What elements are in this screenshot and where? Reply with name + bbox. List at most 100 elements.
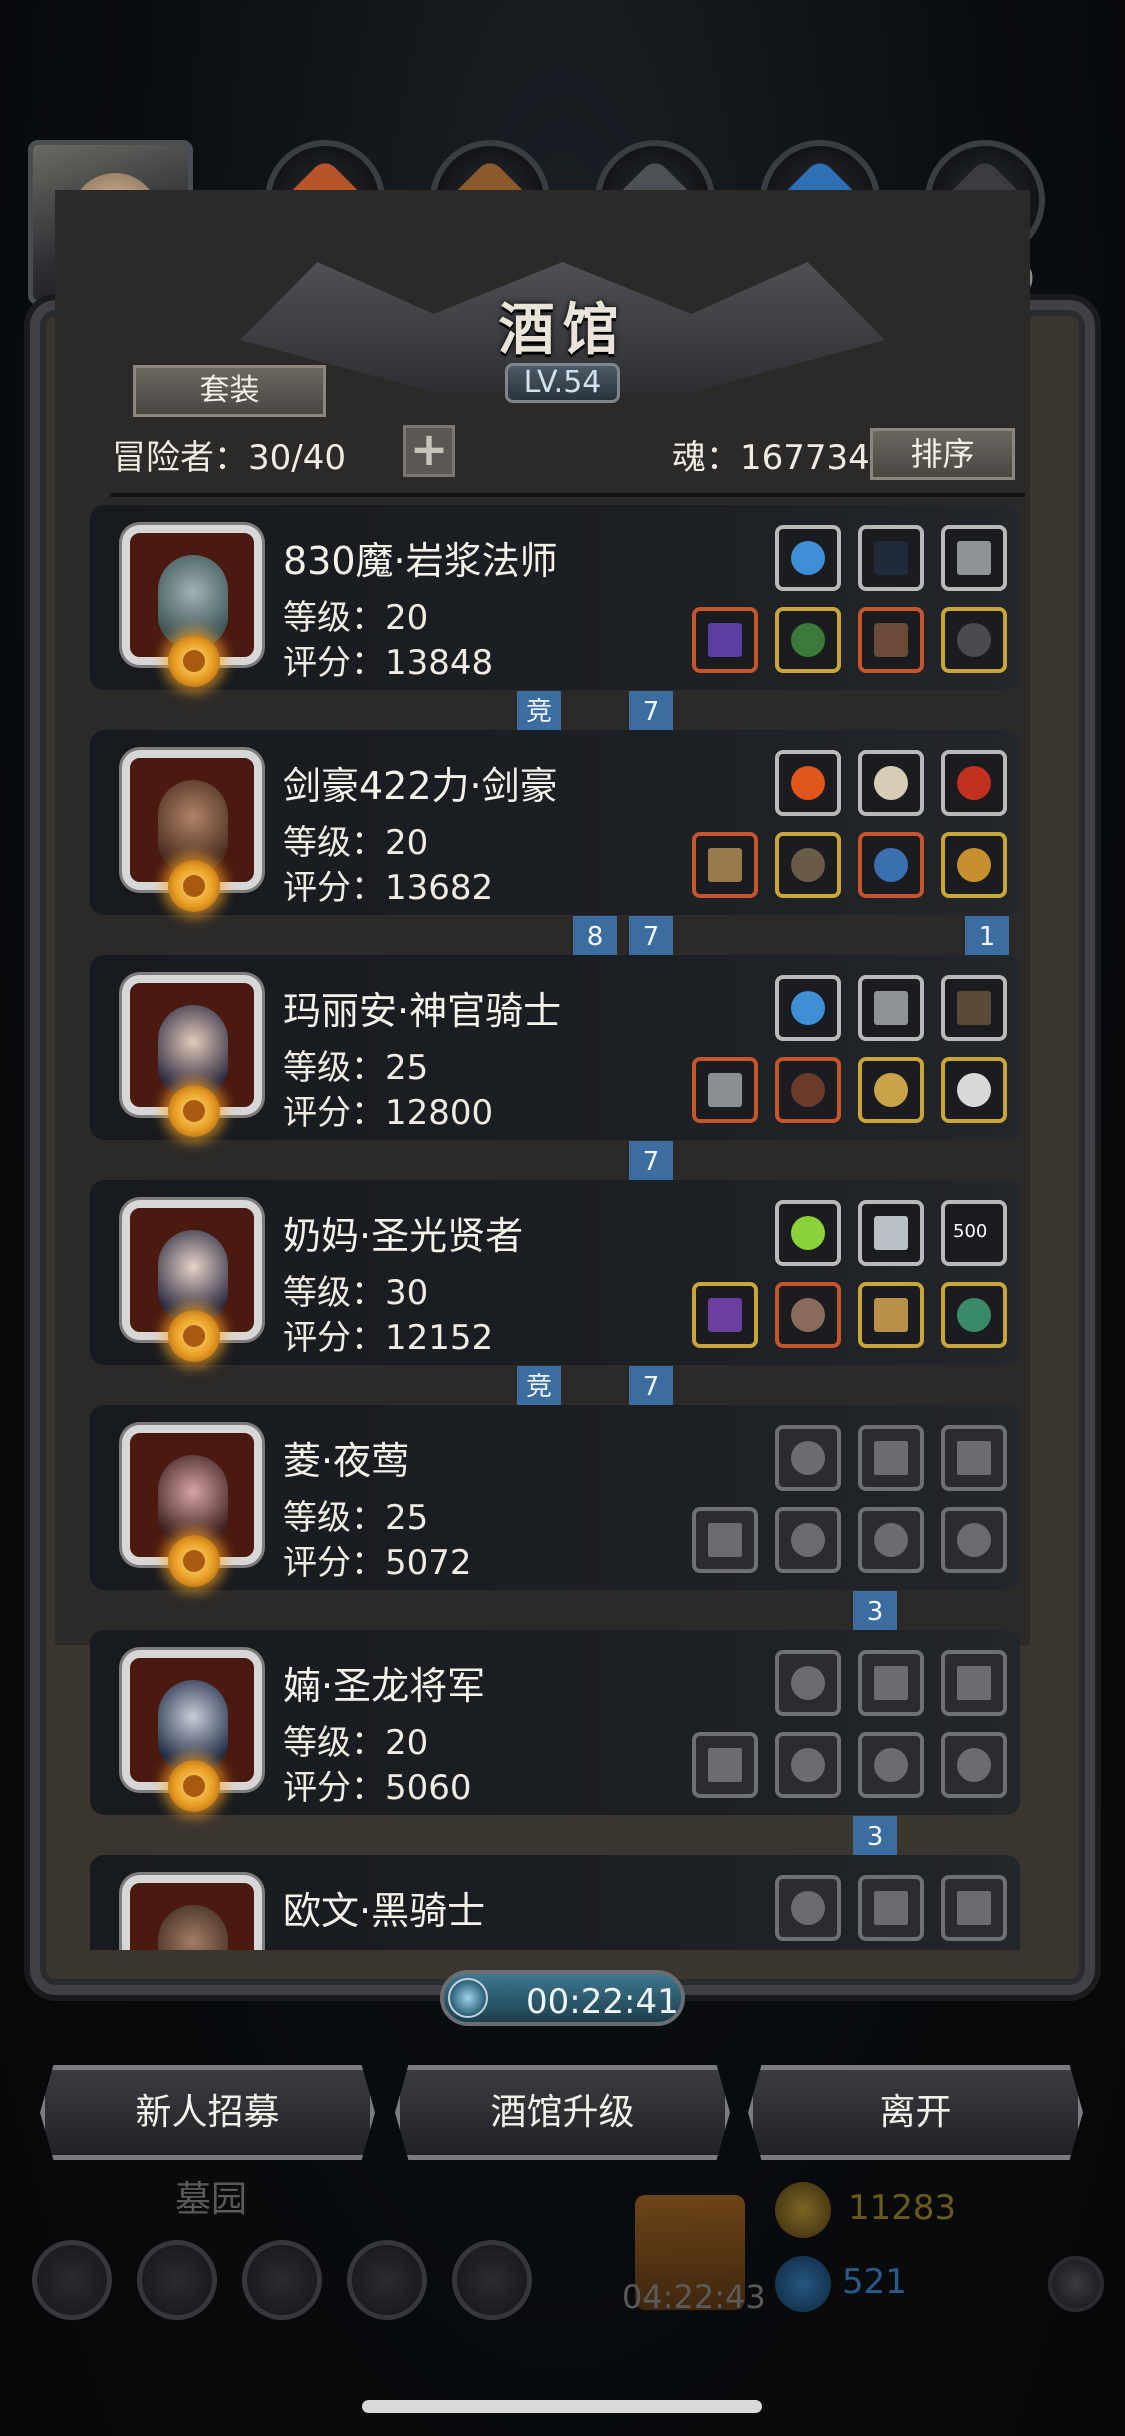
empty-ring-slot-icon[interactable] (941, 1732, 1007, 1798)
staff-equip-icon[interactable] (692, 1282, 758, 1348)
gem-icon (775, 2256, 831, 2312)
hero-list[interactable]: 830魔·岩浆法师 等级：20 评分：13848 竞 7 剑豪422力·剑豪 等… (90, 505, 1030, 1950)
graveyard-label: 墓园 (175, 2179, 248, 2220)
star-rune-icon[interactable] (858, 1200, 924, 1266)
gift-timer: 04:22:43 (622, 2278, 766, 2316)
hero-score: 评分：12152 (283, 1318, 494, 1358)
hero-card[interactable]: 830魔·岩浆法师 等级：20 评分：13848 (90, 505, 1020, 690)
tavern-upgrade-button[interactable]: 酒馆升级 (395, 2065, 730, 2160)
hero-name: 奶妈·圣光贤者 (283, 1214, 524, 1258)
armor-equip-icon[interactable] (775, 832, 841, 898)
empty-hourglass-slot-icon[interactable] (941, 1875, 1007, 1941)
empty-hourglass-slot-icon[interactable] (858, 1425, 924, 1491)
necklace-equip-icon[interactable] (941, 1282, 1007, 1348)
empty-hourglass-slot-icon[interactable] (941, 1650, 1007, 1716)
badge-icon[interactable] (137, 2240, 217, 2320)
hammer-equip-icon[interactable] (692, 1057, 758, 1123)
hero-level: 等级：25 (283, 1048, 429, 1088)
empty-armor-slot-icon[interactable] (775, 1732, 841, 1798)
hero-portrait (122, 975, 262, 1137)
skull-rune-icon[interactable] (858, 750, 924, 816)
rank-emblem-icon (168, 1535, 220, 1587)
sword-equip-icon[interactable] (692, 832, 758, 898)
hero-score: 评分：13682 (283, 868, 494, 908)
home-indicator[interactable] (362, 2400, 762, 2413)
empty-hourglass-slot-icon[interactable] (858, 1650, 924, 1716)
amulet-equip-icon[interactable] (941, 607, 1007, 673)
sun-emblem-equip-icon[interactable] (858, 1057, 924, 1123)
orb-rune-icon[interactable] (775, 525, 841, 591)
hero-level: 等级：20 (283, 823, 429, 863)
empty-armor-slot-icon[interactable] (775, 1507, 841, 1573)
hero-score: 评分：5072 (283, 1543, 472, 1583)
mail-icon[interactable] (347, 2240, 427, 2320)
axe-rune-icon[interactable] (941, 975, 1007, 1041)
hero-card[interactable]: 剑豪422力·剑豪 等级：20 评分：13682 (90, 730, 1020, 915)
adventurer-count: 冒险者：30/40 (112, 438, 346, 478)
robe-equip-icon[interactable] (775, 607, 841, 673)
blade-rune-icon[interactable] (941, 525, 1007, 591)
recruit-button[interactable]: 新人招募 (40, 2065, 375, 2160)
empty-flame-slot-icon[interactable] (775, 1425, 841, 1491)
empty-ring-slot-icon[interactable] (858, 1507, 924, 1573)
staff-equip-icon[interactable] (692, 607, 758, 673)
hero-card[interactable]: 欧文·黑骑士 (90, 1855, 1020, 1950)
hero-score: 评分：5060 (283, 1768, 472, 1808)
orb-rune-icon[interactable] (775, 975, 841, 1041)
settings-icon[interactable] (32, 2240, 112, 2320)
rank-emblem-icon (168, 1085, 220, 1137)
hero-name: 剑豪422力·剑豪 (283, 764, 558, 808)
hero-level: 等级：20 (283, 598, 429, 638)
numbered-rune-icon[interactable]: 500 (941, 1200, 1007, 1266)
empty-flame-slot-icon[interactable] (775, 1650, 841, 1716)
armor-equip-icon[interactable] (775, 1282, 841, 1348)
green-gem-rune-icon[interactable] (775, 1200, 841, 1266)
book-equip-icon[interactable] (858, 607, 924, 673)
hero-name: 婻·圣龙将军 (283, 1664, 486, 1708)
empty-hourglass-slot-icon[interactable] (858, 1875, 924, 1941)
armor-equip-icon[interactable] (775, 1057, 841, 1123)
empty-ring-slot-icon[interactable] (941, 1507, 1007, 1573)
rune-value: 500 (953, 1221, 988, 1242)
gold-coin-icon (775, 2182, 831, 2238)
hero-level: 等级：25 (283, 1498, 429, 1538)
ring-equip-icon[interactable] (941, 832, 1007, 898)
castle-icon[interactable] (242, 2240, 322, 2320)
hero-level: 等级：30 (283, 1273, 429, 1313)
empty-weapon-slot-icon[interactable] (692, 1732, 758, 1798)
blade-rune-icon[interactable] (858, 975, 924, 1041)
empty-ring-slot-icon[interactable] (858, 1732, 924, 1798)
refresh-timer: 00:22:41 (440, 1970, 685, 2026)
gold-amount: 11283 (848, 2188, 957, 2228)
hero-portrait (122, 1650, 262, 1812)
sort-button[interactable]: 排序 (870, 428, 1015, 480)
scroll-equip-icon[interactable] (858, 1282, 924, 1348)
add-currency-icon[interactable] (1048, 2256, 1104, 2312)
empty-weapon-slot-icon[interactable] (692, 1507, 758, 1573)
empty-hourglass-slot-icon[interactable] (941, 1425, 1007, 1491)
hero-card[interactable]: 菱·夜莺 等级：25 评分：5072 (90, 1405, 1020, 1590)
hero-card[interactable]: 玛丽安·神官骑士 等级：25 评分：12800 (90, 955, 1020, 1140)
hero-score: 评分：13848 (283, 643, 494, 683)
hero-name: 玛丽安·神官骑士 (283, 989, 562, 1033)
suit-button[interactable]: 套装 (133, 365, 326, 417)
ruby-rune-icon[interactable] (941, 750, 1007, 816)
soul-count: 魂：167734 (672, 438, 870, 478)
gem-amount: 521 (842, 2262, 907, 2302)
ring-equip-icon[interactable] (941, 1057, 1007, 1123)
hero-name: 菱·夜莺 (283, 1439, 410, 1483)
hero-card[interactable]: 奶妈·圣光贤者 等级：30 评分：12152 500 (90, 1180, 1020, 1365)
hero-portrait (122, 1425, 262, 1587)
rank-emblem-icon (168, 1760, 220, 1812)
gauntlet-equip-icon[interactable] (858, 832, 924, 898)
leave-button[interactable]: 离开 (748, 2065, 1083, 2160)
crossed-swords-icon[interactable] (452, 2240, 532, 2320)
empty-flame-slot-icon[interactable] (775, 1875, 841, 1941)
add-slot-button[interactable]: + (403, 425, 455, 477)
clock-icon (448, 1978, 488, 2018)
bow-rune-icon[interactable] (858, 525, 924, 591)
fire-rune-icon[interactable] (775, 750, 841, 816)
rank-emblem-icon (168, 1310, 220, 1362)
hero-card[interactable]: 婻·圣龙将军 等级：20 评分：5060 (90, 1630, 1020, 1815)
rank-emblem-icon (168, 860, 220, 912)
